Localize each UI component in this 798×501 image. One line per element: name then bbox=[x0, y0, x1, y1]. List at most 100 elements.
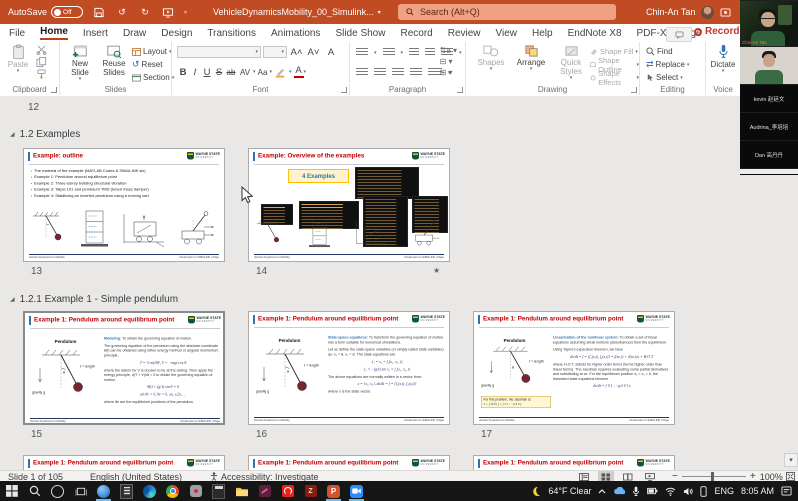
reset-button[interactable]: ↺ Reset bbox=[132, 58, 174, 71]
slide-thumbnail-13[interactable]: Example: outline WAYNE STATEUNIVERSITY T… bbox=[23, 148, 225, 262]
paragraph-dialog-launcher[interactable] bbox=[457, 87, 463, 93]
slide-thumbnail-14[interactable]: Example: Overview of the examples WAYNE … bbox=[248, 148, 450, 262]
bullets-icon[interactable] bbox=[356, 48, 368, 57]
tab-home[interactable]: Home bbox=[40, 26, 68, 40]
section-collapse-icon[interactable]: ◢ bbox=[10, 131, 15, 138]
paste-button[interactable]: Paste▾ bbox=[4, 44, 32, 75]
grow-font-button[interactable]: A˄ bbox=[289, 47, 304, 58]
font-color-button[interactable]: A bbox=[294, 66, 304, 78]
phone-link-icon[interactable] bbox=[700, 486, 707, 497]
weather-text[interactable]: 64°F Clear bbox=[548, 486, 591, 496]
slide-number-14[interactable]: 14 bbox=[256, 266, 267, 277]
section-header-examples[interactable]: ◢ 1.2 Examples bbox=[10, 129, 80, 140]
tab-view[interactable]: View bbox=[496, 28, 518, 39]
bold-button[interactable]: B bbox=[177, 67, 189, 78]
copy-icon[interactable] bbox=[36, 57, 47, 67]
participant-video-2[interactable] bbox=[740, 46, 798, 84]
drawing-dialog-launcher[interactable] bbox=[631, 87, 637, 93]
powerpoint-icon[interactable]: P bbox=[322, 481, 345, 501]
layout-button[interactable]: Layout▾ bbox=[132, 45, 174, 58]
save-icon[interactable] bbox=[92, 7, 106, 18]
notes-app-icon[interactable] bbox=[115, 481, 138, 501]
language-indicator[interactable]: ENG bbox=[714, 486, 734, 496]
onedrive-icon[interactable] bbox=[613, 487, 625, 495]
quick-styles-button[interactable]: Quick Styles▾ bbox=[554, 44, 588, 82]
notification-center-icon[interactable] bbox=[781, 486, 792, 496]
acrobat-icon[interactable] bbox=[276, 481, 299, 501]
shapes-button[interactable]: Shapes▾ bbox=[474, 44, 508, 73]
text-shadow-button[interactable]: ab bbox=[225, 68, 237, 77]
slide-thumbnail-18-partial[interactable]: Example 1: Pendulum around equilibrium p… bbox=[23, 455, 225, 470]
tab-insert[interactable]: Insert bbox=[83, 28, 108, 39]
align-text-button[interactable]: ⊟ ▾ bbox=[440, 57, 457, 66]
cut-icon[interactable] bbox=[36, 45, 47, 55]
media-app-icon[interactable] bbox=[253, 481, 276, 501]
weather-moon-icon[interactable] bbox=[530, 486, 541, 497]
battery-icon[interactable] bbox=[647, 487, 658, 495]
calculator-icon[interactable] bbox=[207, 481, 230, 501]
section-header-example1[interactable]: ◢ 1.2.1 Example 1 - Simple pendulum bbox=[10, 294, 178, 305]
dictate-button[interactable]: Dictate▾ bbox=[708, 44, 738, 75]
volume-icon[interactable] bbox=[683, 487, 693, 496]
tab-endnote[interactable]: EndNote X8 bbox=[568, 28, 622, 39]
replace-button[interactable]: ⇄ Replace▾ bbox=[646, 58, 689, 71]
select-button[interactable]: Select▾ bbox=[646, 71, 689, 84]
edge-icon[interactable] bbox=[138, 481, 161, 501]
justify-icon[interactable] bbox=[410, 68, 422, 77]
align-right-icon[interactable] bbox=[392, 68, 404, 77]
user-avatar[interactable] bbox=[701, 6, 714, 19]
tab-record[interactable]: Record bbox=[400, 28, 432, 39]
scroll-down-button[interactable]: ▾ bbox=[784, 453, 798, 467]
tab-review[interactable]: Review bbox=[448, 28, 481, 39]
slide-thumbnail-20-partial[interactable]: Example 1: Pendulum around equilibrium p… bbox=[473, 455, 675, 470]
participant-video-1[interactable]: Chin-An Tan bbox=[740, 0, 798, 46]
tab-design[interactable]: Design bbox=[161, 28, 192, 39]
italic-button[interactable]: I bbox=[189, 67, 201, 78]
change-case-button[interactable]: Aa bbox=[256, 68, 270, 77]
participant-tile-5[interactable]: Dan 高丹丹 bbox=[740, 140, 798, 168]
search-input[interactable]: Search (Alt+Q) bbox=[398, 4, 616, 20]
font-size-select[interactable]: ▾ bbox=[263, 46, 287, 58]
new-slide-button[interactable]: New Slide▾ bbox=[64, 44, 96, 83]
autosave-switch[interactable]: Off bbox=[51, 6, 83, 18]
autosave-toggle[interactable]: AutoSave Off bbox=[8, 0, 83, 24]
pdf-app-icon[interactable]: Z bbox=[299, 481, 322, 501]
zoom-slider-handle[interactable] bbox=[711, 472, 714, 481]
zoom-level[interactable]: 100% bbox=[760, 472, 783, 482]
accessibility-status[interactable]: Accessibility: Investigate bbox=[210, 472, 319, 482]
font-name-select[interactable]: ▾ bbox=[177, 46, 261, 58]
slide-thumbnail-16[interactable]: Example 1: Pendulum around equilibrium p… bbox=[248, 311, 450, 425]
tab-slide-show[interactable]: Slide Show bbox=[335, 28, 385, 39]
reuse-slides-button[interactable]: Reuse Slides bbox=[98, 44, 130, 77]
slide-thumbnail-15[interactable]: Example 1: Pendulum around equilibrium p… bbox=[23, 311, 225, 425]
browser-sphere-icon[interactable] bbox=[92, 481, 115, 501]
clock[interactable]: 8:05 AM bbox=[741, 486, 774, 496]
qat-more-icon[interactable]: ▿ bbox=[184, 9, 187, 16]
zoom-app-icon[interactable] bbox=[345, 481, 368, 501]
slide-number-17[interactable]: 17 bbox=[481, 429, 492, 440]
chrome-icon[interactable] bbox=[161, 481, 184, 501]
start-slideshow-icon[interactable] bbox=[161, 7, 175, 18]
wifi-icon[interactable] bbox=[665, 487, 676, 496]
text-direction-button[interactable]: ⇅a ▾ bbox=[440, 46, 457, 55]
microphone-icon[interactable] bbox=[632, 486, 640, 497]
task-view-icon[interactable] bbox=[69, 481, 92, 501]
zoom-slider[interactable] bbox=[682, 476, 746, 477]
cortana-icon[interactable] bbox=[46, 481, 69, 501]
slide-number-13[interactable]: 13 bbox=[31, 266, 42, 277]
participant-tile-3[interactable]: kevin 赵廷文 bbox=[740, 84, 798, 112]
fit-slide-button[interactable] bbox=[786, 472, 795, 481]
participant-tile-4[interactable]: Audrina_李培培 bbox=[740, 112, 798, 140]
section-collapse-icon[interactable]: ◢ bbox=[10, 296, 15, 303]
clipboard-dialog-launcher[interactable] bbox=[51, 87, 57, 93]
shape-effects-button[interactable]: Shape Effects▾ bbox=[590, 71, 639, 84]
file-explorer-icon[interactable] bbox=[230, 481, 253, 501]
section-button[interactable]: Section▾ bbox=[132, 71, 174, 84]
undo-icon[interactable]: ↺ bbox=[115, 7, 129, 18]
slide-number-15[interactable]: 15 bbox=[31, 429, 42, 440]
shrink-font-button[interactable]: A˅ bbox=[306, 47, 321, 58]
find-button[interactable]: Find bbox=[646, 45, 689, 58]
underline-button[interactable]: U bbox=[201, 67, 213, 78]
clear-formatting-button[interactable]: A bbox=[323, 47, 339, 58]
slide-number-12[interactable]: 12 bbox=[28, 102, 39, 113]
